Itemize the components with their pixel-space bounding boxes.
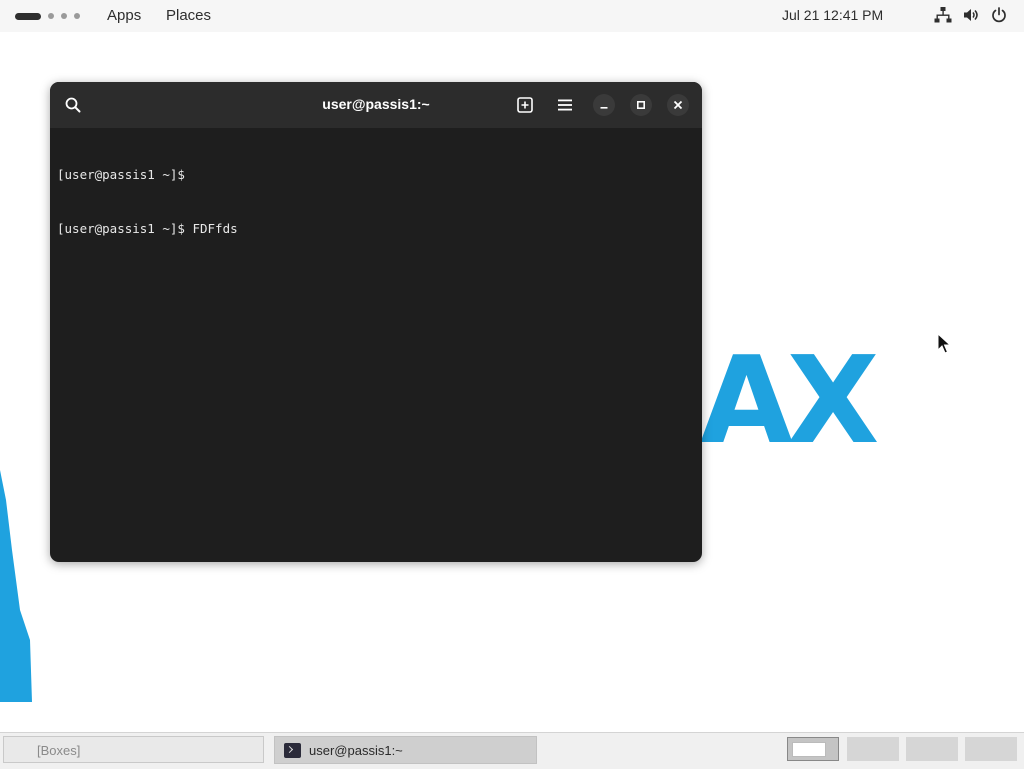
- apps-menu[interactable]: Apps: [107, 7, 141, 24]
- terminal-line: [user@passis1 ~]$: [57, 167, 185, 182]
- terminal-line: [user@passis1 ~]$ FDFfds: [57, 221, 238, 236]
- taskbar-item-boxes[interactable]: [Boxes]: [3, 736, 264, 763]
- workspace-switcher-1[interactable]: [787, 737, 839, 761]
- terminal-icon: [284, 742, 301, 758]
- taskbar: [Boxes] user@passis1:~: [0, 732, 1024, 769]
- workspace-window-preview: [792, 742, 826, 757]
- workspace-switcher-4[interactable]: [965, 737, 1017, 761]
- places-menu[interactable]: Places: [166, 7, 211, 24]
- workspace-indicator[interactable]: [15, 12, 80, 20]
- mouse-cursor-icon: [937, 333, 951, 354]
- workspace-dot[interactable]: [48, 13, 54, 19]
- workspace-dot[interactable]: [74, 13, 80, 19]
- workspace-switcher-3[interactable]: [906, 737, 958, 761]
- maximize-button[interactable]: [630, 94, 652, 116]
- hamburger-icon: [558, 99, 572, 111]
- new-tab-button[interactable]: [514, 94, 536, 116]
- power-icon[interactable]: [990, 6, 1008, 24]
- terminal-window[interactable]: user@passis1:~ [user@passis1 ~]$ [user@p…: [50, 82, 702, 562]
- clock[interactable]: Jul 21 12:41 PM: [782, 7, 883, 23]
- workspace-active-dot[interactable]: [15, 12, 41, 20]
- taskbar-item-terminal[interactable]: user@passis1:~: [274, 736, 537, 764]
- menu-button[interactable]: [554, 94, 576, 116]
- system-tray[interactable]: [934, 6, 1008, 24]
- workspace-dot[interactable]: [61, 13, 67, 19]
- taskbar-item-label: user@passis1:~: [309, 742, 403, 758]
- wallpaper-shape: [0, 470, 32, 702]
- terminal-output[interactable]: [user@passis1 ~]$ [user@passis1 ~]$ FDFf…: [57, 130, 694, 274]
- network-icon[interactable]: [934, 6, 952, 24]
- workspace-switcher-2[interactable]: [847, 737, 899, 761]
- minimize-button[interactable]: [593, 94, 615, 116]
- wallpaper-logo: AX: [700, 332, 879, 471]
- minimize-icon: [600, 107, 608, 109]
- new-tab-icon: [517, 97, 533, 113]
- volume-icon[interactable]: [962, 6, 980, 24]
- maximize-icon: [636, 100, 646, 110]
- top-bar: Apps Places Jul 21 12:41 PM: [0, 0, 1024, 32]
- close-icon: [673, 100, 683, 110]
- close-button[interactable]: [667, 94, 689, 116]
- terminal-header[interactable]: user@passis1:~: [50, 82, 702, 128]
